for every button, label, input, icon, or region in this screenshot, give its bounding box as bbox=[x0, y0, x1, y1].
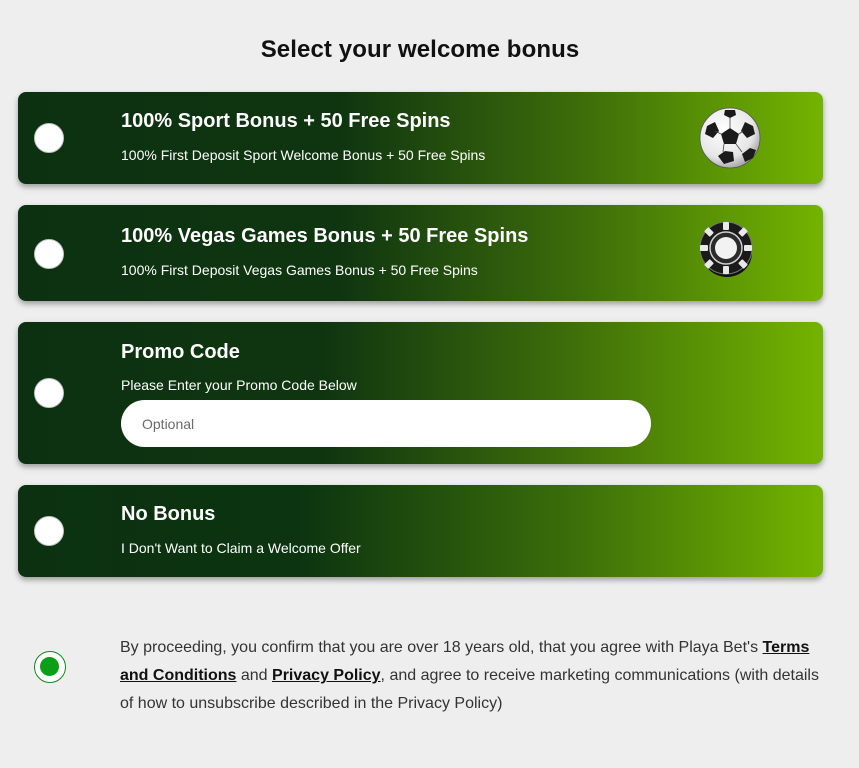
vegas-bonus-radio[interactable] bbox=[34, 239, 64, 269]
sport-bonus-option[interactable]: 100% Sport Bonus + 50 Free Spins 100% Fi… bbox=[18, 92, 823, 184]
sport-bonus-title: 100% Sport Bonus + 50 Free Spins bbox=[121, 110, 451, 132]
sport-bonus-radio[interactable] bbox=[34, 123, 64, 153]
promo-code-title: Promo Code bbox=[121, 341, 240, 363]
privacy-policy-link[interactable]: Privacy Policy bbox=[272, 667, 381, 684]
consent-radio[interactable] bbox=[34, 651, 66, 683]
consent-text-start: By proceeding, you confirm that you are … bbox=[120, 639, 763, 656]
no-bonus-radio[interactable] bbox=[34, 516, 64, 546]
no-bonus-subtitle: I Don't Want to Claim a Welcome Offer bbox=[121, 540, 361, 556]
promo-code-subtitle: Please Enter your Promo Code Below bbox=[121, 377, 357, 393]
no-bonus-title: No Bonus bbox=[121, 503, 216, 525]
sport-bonus-subtitle: 100% First Deposit Sport Welcome Bonus +… bbox=[121, 147, 486, 163]
consent-radio-selected-dot bbox=[40, 657, 59, 676]
no-bonus-option[interactable]: No Bonus I Don't Want to Claim a Welcome… bbox=[18, 485, 823, 577]
vegas-bonus-title: 100% Vegas Games Bonus + 50 Free Spins bbox=[121, 225, 529, 247]
vegas-bonus-option[interactable]: 100% Vegas Games Bonus + 50 Free Spins 1… bbox=[18, 205, 823, 301]
vegas-bonus-subtitle: 100% First Deposit Vegas Games Bonus + 5… bbox=[121, 262, 478, 278]
consent-text: By proceeding, you confirm that you are … bbox=[120, 634, 820, 718]
page-title: Select your welcome bonus bbox=[260, 36, 580, 63]
poker-chip-icon bbox=[699, 221, 753, 277]
consent-text-middle: and bbox=[236, 667, 273, 684]
bonus-selection-page: Select your welcome bonus 100% Sport Bon… bbox=[0, 0, 859, 768]
soccer-ball-icon bbox=[699, 107, 761, 169]
promo-code-input[interactable] bbox=[121, 400, 651, 447]
promo-code-radio[interactable] bbox=[34, 378, 64, 408]
promo-code-option[interactable]: Promo Code Please Enter your Promo Code … bbox=[18, 322, 823, 464]
